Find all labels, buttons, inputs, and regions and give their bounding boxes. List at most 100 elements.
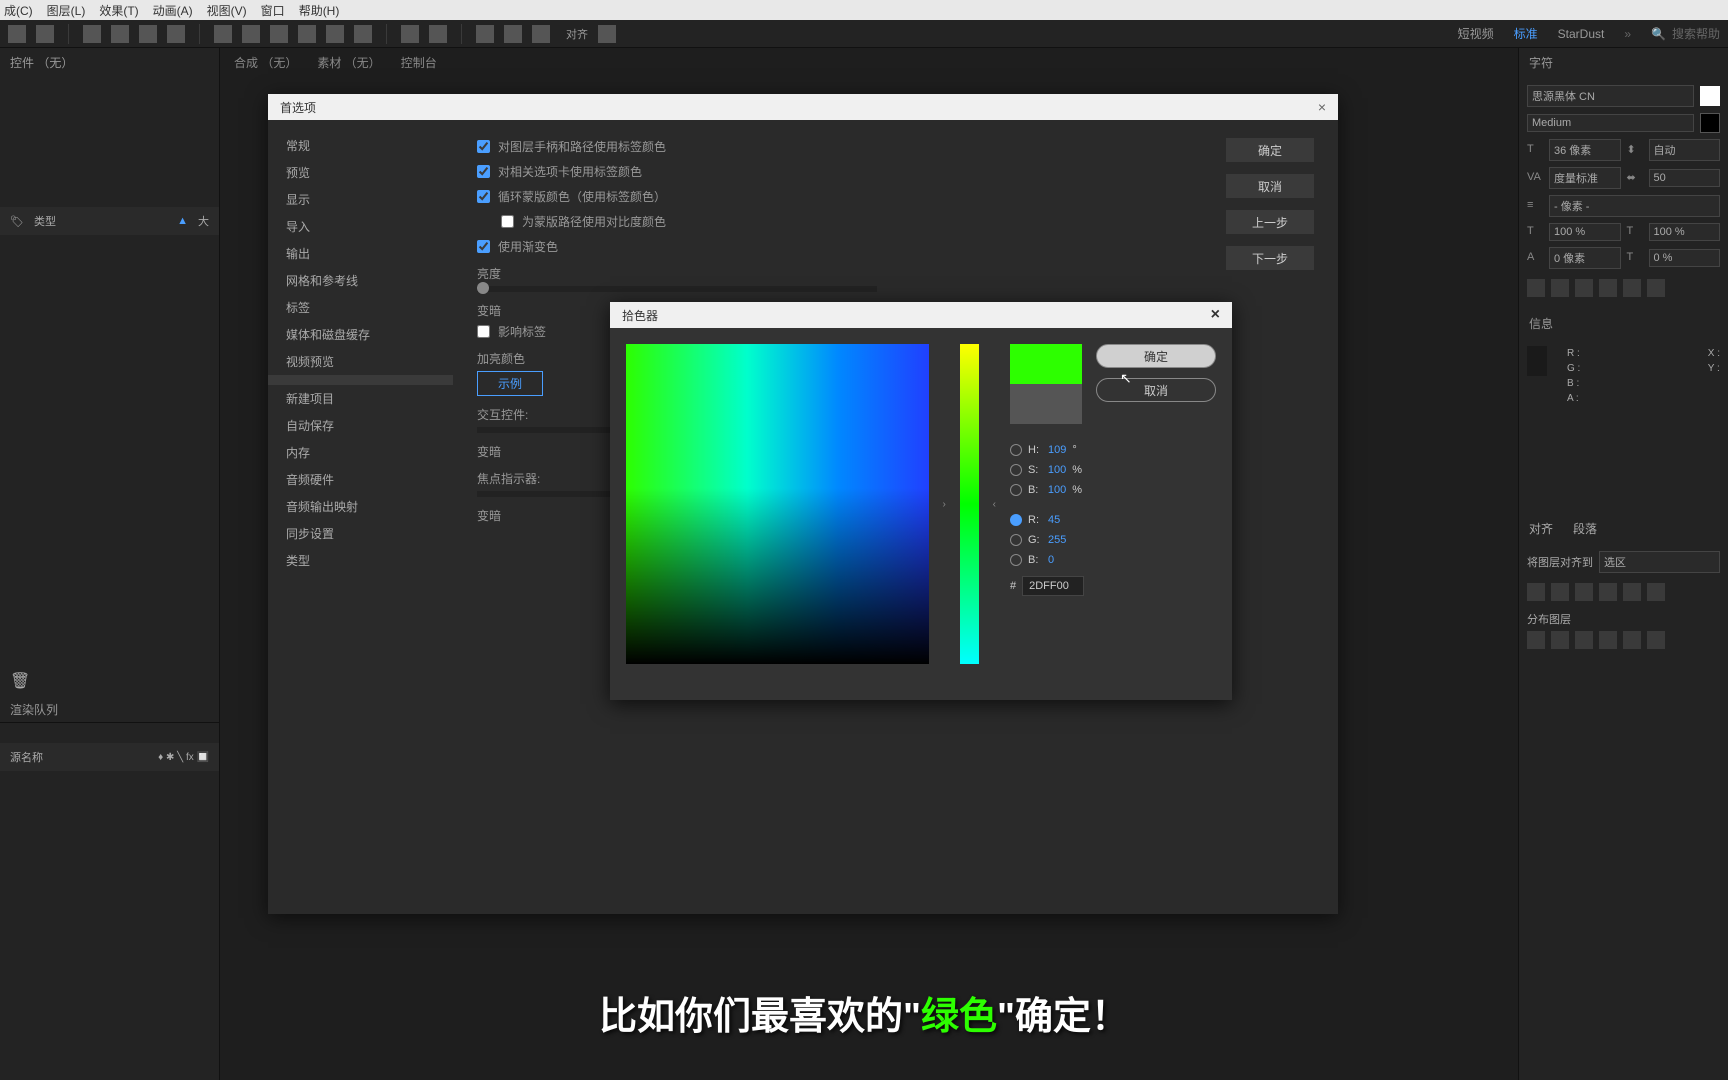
italic-icon[interactable] [1551,279,1569,297]
prefs-item-video-preview[interactable]: 视频预览 [268,348,453,375]
prefs-item-memory[interactable]: 内存 [268,439,453,466]
pen-tool-icon[interactable] [270,25,288,43]
workspace-standard[interactable]: 标准 [1514,25,1538,42]
h-value[interactable]: 109 [1048,444,1066,456]
prefs-prev-button[interactable]: 上一步 [1226,210,1314,234]
prefs-item-sync[interactable]: 同步设置 [268,520,453,547]
col-source-name[interactable]: 源名称 [10,749,43,765]
expand-right-icon[interactable]: › [943,499,946,510]
dist-vcenter-icon[interactable] [1623,631,1641,649]
rotate-tool-icon[interactable] [139,25,157,43]
caps-icon[interactable] [1575,279,1593,297]
check-affect-labels[interactable] [477,325,490,338]
console-tab[interactable]: 控制台 [401,54,437,71]
align-bottom-icon[interactable] [1647,583,1665,601]
prefs-item-autosave[interactable]: 自动保存 [268,412,453,439]
font-weight-select[interactable]: Medium [1527,114,1694,132]
prefs-item-output[interactable]: 输出 [268,240,453,267]
color-field[interactable] [626,344,929,664]
check-cycle-mask[interactable] [477,190,490,203]
align-vcenter-icon[interactable] [1623,583,1641,601]
tsume[interactable]: 0 % [1649,249,1721,267]
tracking[interactable]: 50 [1649,169,1721,187]
align-panel-title[interactable]: 对齐 [1529,520,1553,537]
b-radio[interactable] [1010,484,1022,496]
s-radio[interactable] [1010,464,1022,476]
r-value[interactable]: 45 [1048,514,1060,526]
check-gradient[interactable] [477,240,490,253]
prefs-item-general[interactable]: 常规 [268,132,453,159]
camera-tool-icon[interactable] [167,25,185,43]
paragraph-panel-title[interactable]: 段落 [1573,520,1597,537]
color-swatch[interactable] [1700,86,1720,106]
dist-bottom-icon[interactable] [1647,631,1665,649]
more-workspaces-icon[interactable]: » [1624,27,1631,41]
align-icon[interactable] [598,25,616,43]
type-tool-icon[interactable] [532,25,550,43]
kerning[interactable]: 度量标准 [1549,167,1621,189]
hex-input[interactable] [1022,576,1084,596]
menu-animation[interactable]: 动画(A) [153,2,193,19]
prefs-next-button[interactable]: 下一步 [1226,246,1314,270]
workspace-stardust[interactable]: StarDust [1558,27,1605,41]
prefs-item-type[interactable]: 类型 [268,547,453,574]
bold-icon[interactable] [1527,279,1545,297]
dist-hcenter-icon[interactable] [1551,631,1569,649]
check-related-tabs[interactable] [477,165,490,178]
prefs-item-media-cache[interactable]: 媒体和磁盘缓存 [268,321,453,348]
align-left-icon[interactable] [1527,583,1545,601]
prefs-item-preview[interactable]: 预览 [268,159,453,186]
baseline[interactable]: 0 像素 [1549,247,1621,269]
hue-slider[interactable] [960,344,979,664]
brush-tool-icon[interactable] [298,25,316,43]
render-queue-tab[interactable]: 渲染队列 [0,697,219,723]
menu-comp[interactable]: 成(C) [4,2,33,19]
prefs-close-icon[interactable]: × [1318,99,1326,115]
menu-window[interactable]: 窗口 [261,2,285,19]
menu-help[interactable]: 帮助(H) [299,2,340,19]
font-family-select[interactable]: 思源黑体 CN [1527,85,1694,107]
g-value[interactable]: 255 [1048,534,1066,546]
vscale[interactable]: 100 % [1649,223,1721,241]
brightness-slider[interactable] [477,282,489,294]
prefs-ok-button[interactable]: 确定 [1226,138,1314,162]
font-size[interactable]: 36 像素 [1549,139,1621,161]
b2-value[interactable]: 0 [1048,554,1054,566]
menu-layer[interactable]: 图层(L) [47,2,86,19]
color-picker-close-icon[interactable]: × [1211,306,1220,324]
g-radio[interactable] [1010,534,1022,546]
prefs-item-grids[interactable]: 网格和参考线 [268,267,453,294]
subscript-icon[interactable] [1647,279,1665,297]
prefs-item-new-project[interactable]: 新建项目 [268,385,453,412]
comp-tab[interactable]: 合成 （无） [234,54,297,71]
dist-left-icon[interactable] [1527,631,1545,649]
prefs-item-display[interactable]: 显示 [268,186,453,213]
h-radio[interactable] [1010,444,1022,456]
b-value[interactable]: 100 [1048,484,1066,496]
col-type[interactable]: 类型 [34,213,56,229]
check-layer-handles[interactable] [477,140,490,153]
dist-top-icon[interactable] [1599,631,1617,649]
expand-left-icon[interactable]: ‹ [993,499,996,510]
prefs-item-import[interactable]: 导入 [268,213,453,240]
leading[interactable]: 自动 [1649,139,1721,161]
superscript-icon[interactable] [1623,279,1641,297]
b2-radio[interactable] [1010,554,1022,566]
text-tool-icon[interactable] [242,25,260,43]
prefs-item-labels[interactable]: 标签 [268,294,453,321]
sample-button[interactable]: 示例 [477,371,543,396]
dist-right-icon[interactable] [1575,631,1593,649]
pan-tool-icon[interactable] [214,25,232,43]
trash-icon[interactable]: 🗑 [0,665,219,697]
check-contrast-mask[interactable] [501,215,514,228]
clone-tool-icon[interactable] [326,25,344,43]
workspace-short-video[interactable]: 短视频 [1458,25,1494,42]
sort-icon[interactable]: ▲ [177,215,188,227]
puppet-tool-icon[interactable] [429,25,447,43]
hscale[interactable]: 100 % [1549,223,1621,241]
prefs-item-audio-out[interactable]: 音频输出映射 [268,493,453,520]
selection-tool-icon[interactable] [36,25,54,43]
menu-view[interactable]: 视图(V) [207,2,247,19]
align-hcenter-icon[interactable] [1551,583,1569,601]
prefs-item-audio-hw[interactable]: 音频硬件 [268,466,453,493]
